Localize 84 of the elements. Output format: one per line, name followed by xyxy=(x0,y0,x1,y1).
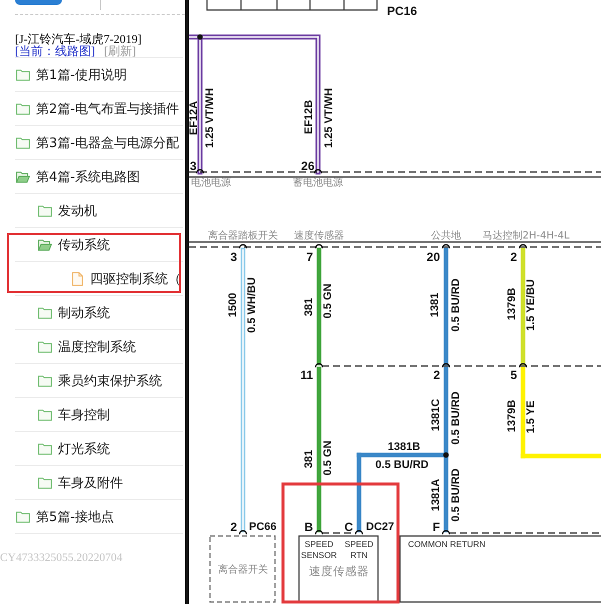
wire-code-label: 1500 xyxy=(227,292,239,318)
pin-number: 3 xyxy=(190,159,196,173)
terminal-icon xyxy=(238,530,248,534)
tab-button[interactable] xyxy=(15,0,62,5)
wire-spec-label: 1.5 YE/BU xyxy=(525,279,537,331)
wire-spec-label: 0.5 GN xyxy=(322,284,334,318)
component-name: 速度传感器 xyxy=(309,564,369,578)
wire-spec-label: 1.5 YE xyxy=(525,400,537,434)
tree-item[interactable]: 第2篇-电气布置与接插件 xyxy=(15,92,183,126)
pin-function-label: 离合器踏板开关 xyxy=(208,230,278,242)
pin-function-label: 速度传感器 xyxy=(294,230,344,242)
wire-code-label: 1379B xyxy=(506,400,518,432)
tree-item[interactable]: 第3篇-电器盒与电源分配 xyxy=(15,126,183,160)
terminal-icon xyxy=(314,363,324,368)
wire-spec-label: 0.5 BU/RD xyxy=(450,468,462,522)
wire-code-label: EF12B xyxy=(303,100,315,134)
connector-id-label: DC27 xyxy=(366,521,394,533)
wire-spec-label: 0.5 BU/RD xyxy=(450,278,462,332)
document-code: CY4733325055.20220704 xyxy=(0,552,122,564)
pin-number: 11 xyxy=(300,368,313,382)
pin-number: 7 xyxy=(306,250,313,264)
wire-code-label: 1381 xyxy=(429,292,441,318)
tree-item[interactable]: 制动系统 xyxy=(15,296,183,330)
tree-item[interactable]: 灯光系统 xyxy=(15,432,183,466)
tree-item[interactable]: 发动机 xyxy=(15,194,183,228)
wire-code-label: 1381A xyxy=(430,478,442,512)
terminal-icon xyxy=(518,363,528,368)
terminal-label: COMMON RETURN xyxy=(408,539,486,549)
terminal-label: SPEED RTN xyxy=(344,539,374,560)
terminal-icon xyxy=(314,169,322,174)
wire-spec-label: 1.25 VT/WH xyxy=(204,88,216,148)
pin-number: 26 xyxy=(301,159,314,173)
pin-function-label: 马达控制2H-4H-4L xyxy=(482,230,570,242)
wire-spec-label: 0.5 WH/BU xyxy=(246,277,258,333)
pin-function-label: 电池电源 xyxy=(191,178,231,188)
pin-number: 5 xyxy=(510,368,517,382)
pin-function-label: 蓄电池电源 xyxy=(293,178,343,188)
pin-number: 2 xyxy=(510,250,517,264)
terminal-icon xyxy=(314,530,324,534)
wire-spec-label: 0.5 BU/RD xyxy=(450,391,462,445)
terminal-icon xyxy=(518,244,528,248)
component-box xyxy=(209,535,276,603)
wire-code-label: 1379B xyxy=(506,288,518,320)
terminal-icon xyxy=(314,244,324,248)
terminal-label: SPEED SENSOR xyxy=(301,539,337,560)
tree-item[interactable]: 车身及附件 xyxy=(15,466,183,500)
current-view-label: [当前：线路图] xyxy=(15,45,95,57)
terminal-icon xyxy=(442,244,450,248)
wire-spec-label: 1.25 VT/WH xyxy=(323,88,335,148)
component-name: 离合器开关 xyxy=(218,564,268,576)
tree-item[interactable]: 第1篇-使用说明 xyxy=(15,58,183,92)
pin-number: F xyxy=(432,520,440,534)
pin-number: 20 xyxy=(426,250,440,264)
connector-id-label: PC66 xyxy=(249,521,277,533)
pin-number: C xyxy=(344,520,353,534)
pin-number: B xyxy=(304,520,313,534)
document-icon xyxy=(72,272,83,286)
connector-id-label: PC16 xyxy=(387,4,418,18)
wire-code-label: 381 xyxy=(303,450,315,468)
terminal-icon xyxy=(238,244,248,248)
wire-code-label: EF12A xyxy=(189,100,200,136)
tree-item[interactable]: 四驱控制系统（ xyxy=(15,262,183,296)
pin-number: 2 xyxy=(433,368,440,382)
tree-item[interactable]: 第4篇-系统电路图 xyxy=(15,160,183,194)
vehicle-title: [J-江铃汽车-域虎7-2019] xyxy=(15,33,142,45)
terminal-icon xyxy=(196,169,204,174)
junction-dot-icon xyxy=(443,452,449,458)
wire-code-label: 1381C xyxy=(430,398,442,432)
terminal-icon xyxy=(354,530,364,534)
terminal-icon xyxy=(442,363,450,368)
tree-item[interactable]: 第5篇-接地点 xyxy=(15,500,183,534)
tree-item[interactable]: 温度控制系统 xyxy=(15,330,183,364)
pin-function-label: 公共地 xyxy=(431,230,461,242)
terminal-icon xyxy=(442,530,450,534)
wire-code-label: 381 xyxy=(303,298,315,316)
tree-item[interactable]: 传动系统 xyxy=(15,228,183,262)
wire-spec-label: 0.5 GN xyxy=(322,440,334,476)
tree-item[interactable]: 乘员约束保护系统 xyxy=(15,364,183,398)
wire-code-label: 1381B xyxy=(388,441,420,453)
junction-dot-icon xyxy=(197,34,203,40)
tree-item[interactable]: 车身控制 xyxy=(15,398,183,432)
pin-number: 3 xyxy=(230,250,237,264)
pin-number: 2 xyxy=(230,520,237,534)
wire-spec-label: 0.5 BU/RD xyxy=(375,459,429,471)
